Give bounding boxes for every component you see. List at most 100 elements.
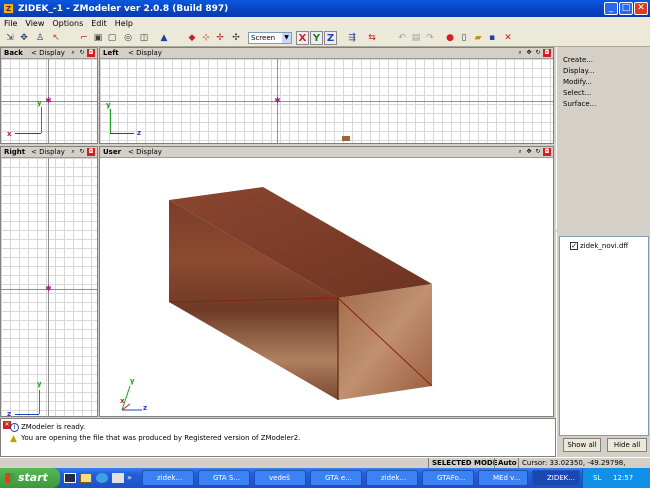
maximize-viewport-icon[interactable]: ◘	[87, 148, 95, 156]
vertex-tool-icon[interactable]: ⌐	[78, 32, 90, 44]
menu-view[interactable]: View	[25, 19, 44, 28]
record-icon[interactable]: ●	[444, 32, 456, 44]
maximize-viewport-icon[interactable]: ◘	[543, 49, 551, 57]
task-button[interactable]: GTAFo...	[422, 470, 474, 486]
move-tool-icon[interactable]: ✥	[18, 32, 30, 44]
viewport-right[interactable]: Right < Display ⌕ ↻ ◘ ✱ y z	[0, 146, 98, 418]
y-axis-gizmo	[39, 390, 40, 414]
list-item[interactable]: ✓ zidek_novi.dff	[570, 242, 628, 250]
viewport-back[interactable]: Back < Display ⌕ ↻ ◘ ✱ y x	[0, 47, 98, 144]
scale-gizmo-icon[interactable]: ✣	[230, 32, 242, 44]
axis-label-z: z	[137, 129, 142, 137]
menu-surface[interactable]: Surface...	[563, 100, 596, 108]
show-all-button[interactable]: Show all	[563, 438, 601, 452]
menu-display[interactable]: Display...	[563, 67, 594, 75]
axis-z-toggle[interactable]: Z	[324, 31, 337, 45]
copy-icon[interactable]: ▤	[410, 32, 422, 44]
chevron-right-icon[interactable]: »	[127, 473, 132, 482]
quick-launch-folder-icon[interactable]	[80, 473, 92, 483]
rotate-gizmo-icon[interactable]: ✢	[214, 32, 226, 44]
menu-edit[interactable]: Edit	[91, 19, 107, 28]
new-file-icon[interactable]: ▯	[458, 32, 470, 44]
clock: 12:57	[613, 474, 634, 482]
menu-help[interactable]: Help	[115, 19, 133, 28]
taskbar: start » zidek... GTA S... vedeš GTA e...…	[0, 468, 650, 488]
menu-file[interactable]: File	[4, 19, 17, 28]
cone-tool-icon[interactable]: ▲	[158, 32, 170, 44]
axis-x-toggle[interactable]: X	[296, 31, 309, 45]
axis-label-y: y	[37, 99, 42, 107]
quick-launch-browser-icon[interactable]	[96, 473, 108, 483]
object-list[interactable]: ✓ zidek_novi.dff	[559, 236, 649, 436]
zoom-icon[interactable]: ⌕	[516, 148, 524, 156]
viewport-right-grid: ✱ y z	[1, 158, 97, 418]
axis-label-y: y	[130, 377, 135, 385]
task-button[interactable]: zidek...	[366, 470, 418, 486]
cube-tool-icon[interactable]: ▣	[92, 32, 104, 44]
maximize-viewport-icon[interactable]: ◘	[543, 148, 551, 156]
checkbox-icon[interactable]: ✓	[570, 242, 578, 250]
zoom-icon[interactable]: ⌕	[69, 49, 77, 57]
task-button-active[interactable]: ZIDEK...	[532, 470, 580, 486]
viewport-right-display[interactable]: < Display	[31, 147, 65, 158]
rotate-view-icon[interactable]: ↻	[78, 148, 86, 156]
task-button[interactable]: GTA S...	[198, 470, 250, 486]
viewport-left-display[interactable]: < Display	[128, 48, 162, 59]
cylinder-tool-icon[interactable]: ◫	[138, 32, 150, 44]
maximize-viewport-icon[interactable]: ◘	[87, 49, 95, 57]
delete-icon[interactable]: ✕	[502, 32, 514, 44]
menu-options[interactable]: Options	[52, 19, 83, 28]
sphere-tool-icon[interactable]: ◎	[122, 32, 134, 44]
viewport-user-display[interactable]: < Display	[128, 147, 162, 158]
info-icon: i	[10, 423, 19, 432]
log-line: You are opening the file that was produc…	[21, 434, 301, 442]
rotate-view-icon[interactable]: ↻	[534, 148, 542, 156]
zoom-icon[interactable]: ⌕	[69, 148, 77, 156]
pan-view-icon[interactable]: ✥	[525, 148, 533, 156]
viewport-back-header: Back < Display ⌕ ↻ ◘	[1, 48, 97, 59]
status-bar: SELECTED MODE Auto Cursor: 33.02350, -49…	[0, 457, 650, 478]
zmodeler-window: Z ZIDEK_-1 - ZModeler ver 2.0.8 (Build 8…	[0, 0, 650, 488]
rotate-view-icon[interactable]: ↻	[534, 49, 542, 57]
box-tool-icon[interactable]: ▢	[106, 32, 118, 44]
menu-create[interactable]: Create...	[563, 56, 593, 64]
quick-launch-cmd-icon[interactable]	[64, 473, 76, 483]
viewport-left[interactable]: Left < Display ⌕ ✥ ↻ ◘ ✱ y z	[99, 47, 554, 144]
quick-launch-app-icon[interactable]	[112, 473, 124, 483]
rotate-view-icon[interactable]: ↻	[78, 49, 86, 57]
viewport-left-header: Left < Display ⌕ ✥ ↻ ◘	[100, 48, 553, 59]
task-button[interactable]: vedeš	[254, 470, 306, 486]
undo-icon[interactable]: ↶	[396, 32, 408, 44]
close-button[interactable]: ✕	[634, 2, 648, 15]
viewport-user-label: User	[103, 148, 122, 156]
language-indicator[interactable]: SL	[593, 468, 601, 488]
view-mode-select[interactable]: Screen ▼	[248, 32, 292, 44]
transform-icon[interactable]: ⇆	[366, 32, 378, 44]
redo-icon[interactable]: ↷	[424, 32, 436, 44]
menu-select[interactable]: Select...	[563, 89, 591, 97]
minimize-button[interactable]: _	[604, 2, 618, 15]
paint-tool-icon[interactable]: ◆	[186, 32, 198, 44]
figure-tool-icon[interactable]: ♙	[34, 32, 46, 44]
save-file-icon[interactable]: ▪	[486, 32, 498, 44]
select-tool-icon[interactable]: ⇲	[4, 32, 16, 44]
viewport-user[interactable]: User < Display ⌕ ✥ ↻ ◘ y x z	[99, 146, 554, 417]
viewport-back-display[interactable]: < Display	[31, 48, 65, 59]
task-button[interactable]: zidek...	[142, 470, 194, 486]
open-file-icon[interactable]: ▰	[472, 32, 484, 44]
maximize-button[interactable]: □	[619, 2, 633, 15]
toolbar: ⇲ ✥ ♙ ↖ ⌐ ▣ ▢ ◎ ◫ ▲ ◆ ⊹ ✢ ✣ Screen ▼ X Y…	[0, 30, 650, 47]
task-button[interactable]: MEd v...	[478, 470, 528, 486]
task-button[interactable]: GTA e...	[310, 470, 362, 486]
hide-all-button[interactable]: Hide all	[607, 438, 647, 452]
axis-gizmo-icon[interactable]: ⊹	[200, 32, 212, 44]
pan-view-icon[interactable]: ✥	[525, 49, 533, 57]
menu-modify[interactable]: Modify...	[563, 78, 592, 86]
zoom-icon[interactable]: ⌕	[516, 49, 524, 57]
axis-y-toggle[interactable]: Y	[310, 31, 323, 45]
snap-icon[interactable]: ⇶	[346, 32, 358, 44]
axis-label-z: z	[7, 410, 12, 418]
axis-line	[100, 101, 553, 102]
pointer-tool-icon[interactable]: ↖	[50, 32, 62, 44]
axis-label-z: z	[143, 404, 148, 412]
